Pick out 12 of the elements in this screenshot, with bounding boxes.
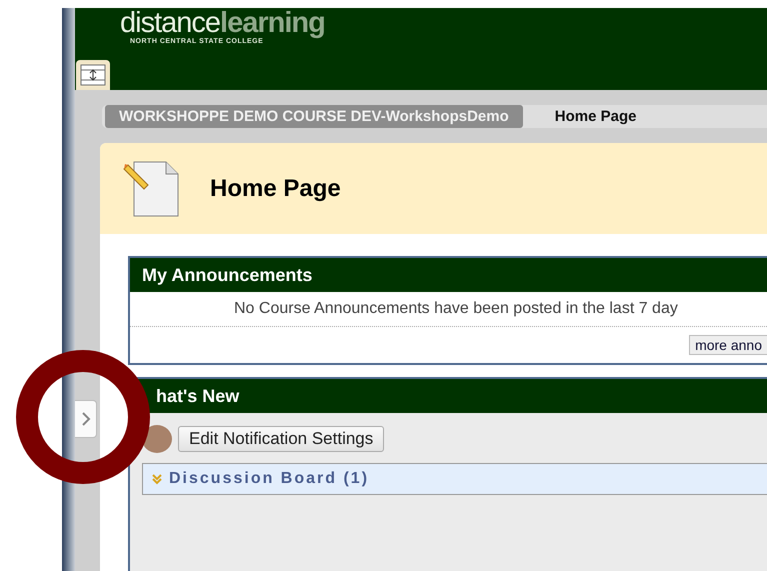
chevron-icon (151, 473, 163, 485)
discussion-board-label: Discussion Board (1) (169, 470, 370, 488)
expand-menu-button[interactable] (75, 400, 97, 438)
page-title: Home Page (210, 174, 341, 202)
discussion-board-row[interactable]: Discussion Board (1) (142, 463, 767, 495)
more-announcements-button[interactable]: more anno (689, 335, 767, 355)
announcement-message: No Course Announcements have been posted in the last 7 day (130, 292, 767, 327)
resize-toggle-icon[interactable] (76, 60, 110, 90)
breadcrumb[interactable]: Home Page (540, 105, 650, 128)
edit-notification-settings-button[interactable]: Edit Notification Settings (178, 426, 384, 452)
module-title: My Announcements (130, 258, 767, 292)
chevron-right-icon (80, 412, 90, 426)
